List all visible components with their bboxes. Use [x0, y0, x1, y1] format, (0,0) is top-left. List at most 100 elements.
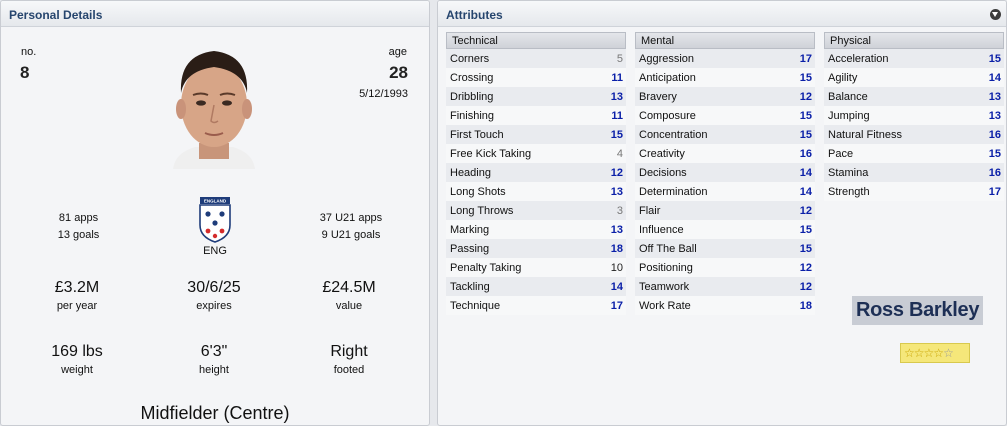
attribute-name: Tackling — [450, 280, 490, 293]
attribute-value: 5 — [616, 52, 623, 65]
age-value: 28 — [389, 63, 408, 82]
attribute-row: Bravery 12 — [635, 87, 815, 106]
attribute-name: Anticipation — [639, 71, 696, 84]
attribute-value: 15 — [799, 109, 812, 122]
attribute-row: Strength 17 — [824, 182, 1004, 201]
attribute-value: 15 — [799, 128, 812, 141]
attribute-row: Concentration 15 — [635, 125, 815, 144]
attribute-value: 16 — [988, 128, 1001, 141]
attribute-name: Creativity — [639, 147, 685, 160]
attribute-row: Jumping 13 — [824, 106, 1004, 125]
attribute-value: 15 — [988, 147, 1001, 160]
attribute-name: Corners — [450, 52, 490, 65]
attribute-value: 16 — [988, 166, 1001, 179]
attribute-value: 18 — [799, 299, 812, 312]
attribute-row: Positioning 12 — [635, 258, 815, 277]
attribute-row: Dribbling 13 — [446, 87, 626, 106]
attribute-value: 15 — [988, 52, 1001, 65]
attribute-row: Decisions 14 — [635, 163, 815, 182]
attribute-row: Work Rate 18 — [635, 296, 815, 315]
attribute-row: Marking 13 — [446, 220, 626, 239]
nationality-code: ENG — [203, 245, 227, 257]
attribute-value: 4 — [616, 147, 623, 160]
attribute-row: Heading 12 — [446, 163, 626, 182]
attribute-name: Crossing — [450, 71, 494, 84]
attribute-name: Passing — [450, 242, 490, 255]
attribute-value: 13 — [988, 90, 1001, 103]
attribute-name: Balance — [828, 90, 868, 103]
attribute-value: 13 — [610, 90, 623, 103]
attribute-name: Finishing — [450, 109, 495, 122]
star-filled-icon: ☆ — [913, 346, 925, 360]
attribute-value: 14 — [610, 280, 623, 293]
attribute-value: 15 — [799, 71, 812, 84]
personal-details-panel: Personal Details no. 8 age 28 5/12/1993 … — [0, 0, 430, 426]
physical-attributes-table: Physical Acceleration 15 Agility 14 Balance 1… — [824, 32, 1004, 201]
attribute-name: Marking — [450, 223, 490, 236]
attribute-row: Anticipation 15 — [635, 68, 815, 87]
attribute-name: Work Rate — [639, 299, 691, 312]
star-filled-icon: ☆ — [933, 346, 944, 360]
attribute-row: Long Throws 3 — [446, 201, 626, 220]
attribute-name: Jumping — [828, 109, 870, 122]
attribute-name: Off The Ball — [639, 242, 697, 255]
attribute-row: Agility 14 — [824, 68, 1004, 87]
attribute-row: Composure 15 — [635, 106, 815, 125]
height-label: height — [199, 364, 229, 376]
attribute-row: Passing 18 — [446, 239, 626, 258]
attribute-value: 14 — [799, 166, 812, 179]
attribute-name: Dribbling — [450, 90, 494, 103]
weight-value: 169 lbs — [51, 343, 103, 360]
attribute-value: 14 — [799, 185, 812, 198]
attribute-row: Finishing 11 — [446, 106, 626, 125]
physical-header: Physical — [824, 32, 1004, 49]
attribute-row: Long Shots 13 — [446, 182, 626, 201]
attribute-value: 12 — [799, 90, 812, 103]
attribute-row: Tackling 14 — [446, 277, 626, 296]
collapse-menu-icon[interactable] — [990, 9, 1001, 20]
attribute-value: 13 — [988, 109, 1001, 122]
attribute-name: Stamina — [828, 166, 869, 179]
attribute-name: Concentration — [639, 128, 708, 141]
attribute-value: 11 — [611, 71, 623, 84]
attribute-name: Decisions — [639, 166, 687, 179]
attribute-value: 12 — [799, 204, 812, 217]
player-position: Midfielder (Centre) — [140, 403, 290, 423]
technical-attributes-table: Technical Corners 5 Crossing 11 Dribbling 13 F… — [446, 32, 626, 315]
attribute-value: 3 — [616, 204, 623, 217]
attribute-value: 15 — [799, 223, 812, 236]
attribute-name: Flair — [639, 204, 661, 217]
england-crest-icon: ENGLAND — [197, 197, 233, 243]
weight-label: weight — [61, 364, 93, 376]
attribute-row: Acceleration 15 — [824, 49, 1004, 68]
u21-apps: 37 U21 apps — [319, 212, 383, 224]
attribute-name: Aggression — [639, 52, 695, 65]
height-value: 6'3" — [200, 343, 228, 360]
attribute-value: 11 — [611, 109, 623, 122]
intl-apps: 81 apps — [58, 212, 99, 224]
attribute-name: Technique — [450, 299, 501, 312]
technical-header: Technical — [446, 32, 626, 49]
attribute-name: Free Kick Taking — [450, 147, 532, 160]
attribute-name: Long Throws — [450, 204, 514, 217]
attribute-row: Flair 12 — [635, 201, 815, 220]
attribute-value: 12 — [799, 261, 812, 274]
player-photo — [161, 37, 267, 169]
attribute-value: 17 — [988, 185, 1001, 198]
star-filled-icon: ☆ — [923, 346, 935, 360]
attribute-row: Influence 15 — [635, 220, 815, 239]
attribute-row: Corners 5 — [446, 49, 626, 68]
u21-goals: 9 U21 goals — [321, 229, 381, 241]
attribute-value: 15 — [610, 128, 623, 141]
contract-expiry: 30/6/25 — [187, 279, 241, 296]
attribute-value: 13 — [610, 223, 623, 236]
attribute-row: Balance 13 — [824, 87, 1004, 106]
attribute-row: Natural Fitness 16 — [824, 125, 1004, 144]
star-filled-icon: ☆ — [904, 346, 915, 360]
market-value-label: value — [335, 300, 363, 312]
attribute-row: Creativity 16 — [635, 144, 815, 163]
svg-text:ENGLAND: ENGLAND — [204, 199, 227, 204]
contract-expiry-label: expires — [196, 300, 232, 312]
attribute-row: First Touch 15 — [446, 125, 626, 144]
attribute-row: Aggression 17 — [635, 49, 815, 68]
